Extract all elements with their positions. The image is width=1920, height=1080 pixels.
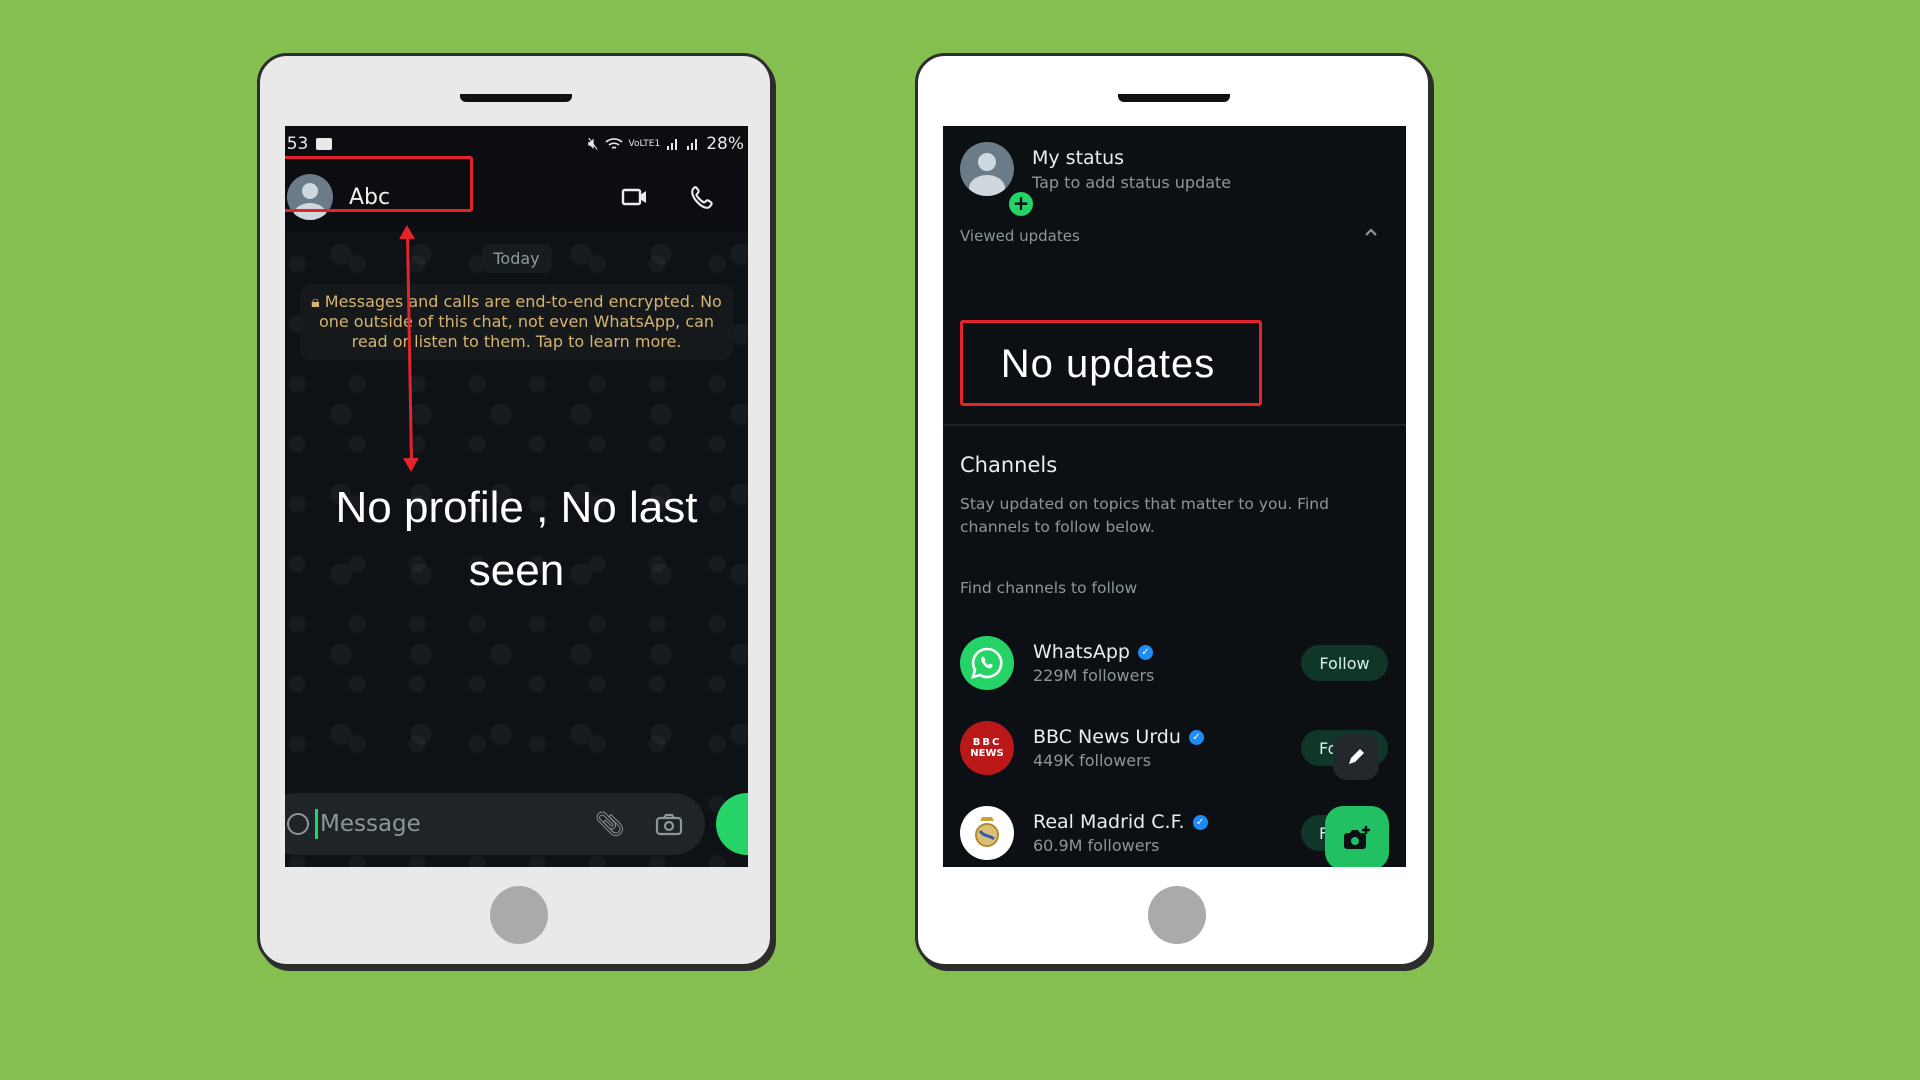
emoji-icon[interactable] xyxy=(287,813,309,835)
my-status-subtitle: Tap to add status update xyxy=(1032,172,1232,192)
channel-followers: 229M followers xyxy=(1033,666,1155,685)
text-status-button[interactable] xyxy=(1333,734,1379,780)
channel-followers: 60.9M followers xyxy=(1033,836,1160,855)
real-madrid-logo-icon xyxy=(960,806,1014,860)
phone-frame-right: + My status Tap to add status update Vie… xyxy=(915,53,1431,967)
signal-icon xyxy=(667,139,678,150)
status-time: :53 xyxy=(285,134,309,154)
channel-item[interactable]: Real Madrid C.F.✓ 60.9M followers Follow xyxy=(960,803,1388,863)
annotation-box-profile xyxy=(285,156,473,212)
my-avatar xyxy=(960,142,1014,196)
camera-icon[interactable] xyxy=(655,812,683,836)
home-button[interactable] xyxy=(1148,886,1206,944)
bbc-logo-text: BBC xyxy=(972,737,1002,748)
phone-icon xyxy=(691,186,713,209)
viewed-updates-label: Viewed updates xyxy=(960,227,1080,245)
whatsapp-logo-icon xyxy=(960,636,1014,690)
channel-name: WhatsApp xyxy=(1033,641,1130,663)
find-channels-label: Find channels to follow xyxy=(960,579,1138,597)
attach-icon[interactable]: 📎︎ xyxy=(595,810,625,838)
phone-speaker xyxy=(460,94,572,102)
chat-screen: :53 🔇︎ VoLTE1 28% Abc xyxy=(285,126,748,867)
phone-frame-left: :53 🔇︎ VoLTE1 28% Abc xyxy=(257,53,773,967)
date-chip: Today xyxy=(481,244,552,273)
encryption-notice[interactable]: 🔒︎ Messages and calls are end-to-end enc… xyxy=(300,284,733,360)
channel-name: BBC News Urdu xyxy=(1033,726,1181,748)
wifi-icon xyxy=(605,138,623,149)
viewed-updates-header[interactable]: Viewed updates xyxy=(960,227,1378,245)
volte-icon: VoLTE1 xyxy=(628,138,661,149)
mute-icon: 🔇︎ xyxy=(587,134,599,154)
message-composer[interactable]: Message 📎︎ xyxy=(285,793,705,855)
video-camera-icon xyxy=(621,188,646,206)
channel-followers: 449K followers xyxy=(1033,751,1152,770)
pencil-icon xyxy=(1349,749,1364,764)
channels-title: Channels xyxy=(960,453,1058,477)
my-status-row[interactable]: + My status Tap to add status update xyxy=(960,142,1232,218)
encryption-notice-text: Messages and calls are end-to-end encryp… xyxy=(318,292,722,351)
text-cursor xyxy=(315,809,318,839)
camera-status-button[interactable] xyxy=(1325,806,1389,867)
camera-plus-icon xyxy=(1344,826,1370,849)
add-status-icon: + xyxy=(1007,190,1035,218)
voice-call-button[interactable] xyxy=(688,182,718,212)
lock-icon: 🔒︎ xyxy=(311,292,325,311)
message-input[interactable]: Message xyxy=(320,811,421,837)
video-call-button[interactable] xyxy=(620,182,650,212)
section-divider xyxy=(943,424,1406,426)
follow-button[interactable]: Follow xyxy=(1301,645,1388,681)
channel-name: Real Madrid C.F. xyxy=(1033,811,1185,833)
channel-item[interactable]: WhatsApp ✓ 229M followers Follow xyxy=(960,633,1388,693)
chevron-up-icon[interactable] xyxy=(1364,227,1378,237)
signal-icon-2 xyxy=(687,139,698,150)
updates-screen: + My status Tap to add status update Vie… xyxy=(943,126,1406,867)
my-status-title: My status xyxy=(1032,146,1125,169)
bbc-news-logo-icon: BBC NEWS xyxy=(960,721,1014,775)
verified-badge-icon: ✓ xyxy=(1188,729,1204,745)
annotation-text: No profile , No last seen xyxy=(335,483,698,595)
channels-description: Stay updated on topics that matter to yo… xyxy=(960,495,1329,536)
annotation-text: No updates xyxy=(1000,341,1216,386)
phone-speaker xyxy=(1118,94,1230,102)
home-button[interactable] xyxy=(490,886,548,944)
news-logo-text: NEWS xyxy=(970,748,1004,759)
verified-badge-icon: ✓ xyxy=(1192,814,1208,830)
battery-percent: 28% xyxy=(706,134,744,154)
channel-item[interactable]: BBC NEWS BBC News Urdu✓ 449K followers F… xyxy=(960,718,1388,778)
folder-icon xyxy=(316,138,333,150)
verified-badge-icon: ✓ xyxy=(1137,644,1153,660)
